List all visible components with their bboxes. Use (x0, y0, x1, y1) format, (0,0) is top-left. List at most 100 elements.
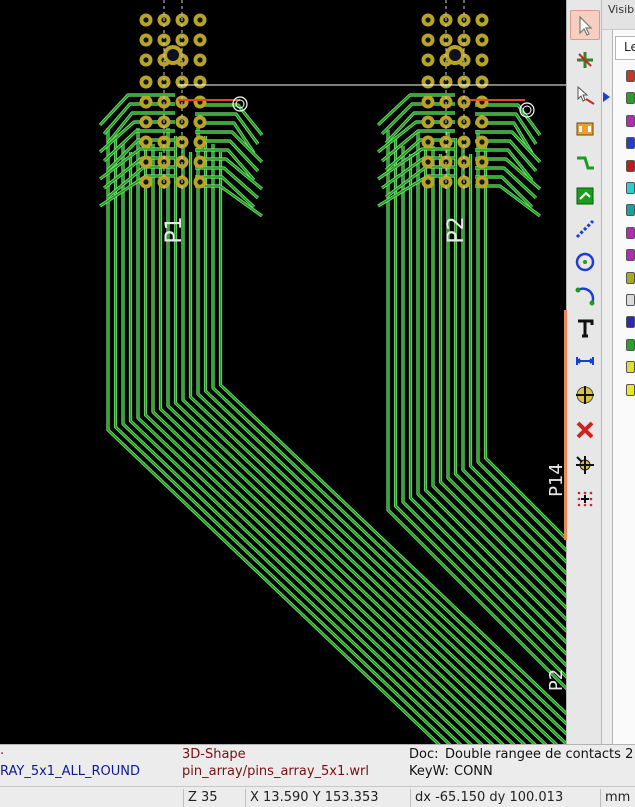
select-tool[interactable] (570, 10, 600, 40)
add-line-tool[interactable] (570, 214, 600, 244)
layer-row[interactable] (618, 203, 635, 217)
add-zone-tool[interactable] (570, 181, 600, 211)
text-icon (578, 319, 594, 338)
footprint-name-fragment: RAY_5x1_ALL_ROUND (0, 764, 140, 779)
arc-icon (575, 287, 595, 306)
layer-color-swatch[interactable] (626, 316, 635, 329)
track-p1-8-outline (166, 128, 527, 744)
pcb-editor-window: P1 P2 P14 P2 Visib Le RAY_5x1_ALL_ROUND · 3… (0, 0, 635, 807)
layer-color-swatch[interactable] (626, 249, 635, 262)
layer-row[interactable] (618, 159, 635, 173)
p2-pad-hole (479, 119, 485, 125)
status-dot: · (0, 747, 5, 762)
layer-color-swatch[interactable] (626, 137, 635, 150)
footprint-reference-label: P1 (162, 216, 187, 243)
dashed-line-icon (575, 219, 595, 239)
layer-color-swatch[interactable] (626, 182, 635, 194)
track-p1-15-outline (218, 152, 566, 716)
pcb-drawing[interactable]: P1 P2 P14 P2 (0, 0, 566, 744)
p1-pad-hole (197, 159, 203, 165)
layer-row[interactable] (618, 181, 635, 195)
add-dimension-tool[interactable] (570, 346, 600, 376)
cursor-position-readout: X 13.590 Y 153.353 (245, 789, 410, 807)
layer-color-swatch[interactable] (626, 204, 635, 217)
ratsnest-cursor-icon (577, 85, 595, 105)
add-footprint-tool[interactable] (570, 114, 600, 144)
circle-icon (575, 252, 595, 272)
local-ratsnest-tool[interactable] (570, 80, 600, 110)
doc-label: Doc: (409, 747, 439, 762)
delta-position-readout: dx -65.150 dy 100.013 (410, 789, 600, 807)
dimension-icon (576, 357, 594, 365)
keyw-value: CONN (454, 764, 493, 779)
layer-row[interactable] (618, 248, 635, 262)
p2-pad-hole (425, 119, 431, 125)
layer-color-swatch[interactable] (626, 92, 635, 105)
layer-row[interactable] (618, 338, 635, 352)
layer-row[interactable] (618, 69, 635, 83)
arrow-cursor-icon (579, 15, 593, 36)
add-target-tool[interactable] (570, 380, 600, 410)
layer-color-swatch[interactable] (626, 383, 635, 396)
layers-manager-panel: Visib Le (602, 0, 635, 744)
origin-icon (576, 456, 594, 474)
delete-tool[interactable] (570, 415, 600, 445)
p1-pad-hole (197, 17, 203, 23)
p1-pad-hole (197, 119, 203, 125)
layer-color-swatch[interactable] (626, 361, 635, 374)
units-readout: mm (600, 789, 635, 807)
p2-pad-hole (425, 159, 431, 165)
status-bar: RAY_5x1_ALL_ROUND · 3D-Shape pin_array/p… (0, 744, 635, 807)
layer-row[interactable] (618, 360, 635, 374)
grid-origin-tool[interactable] (570, 484, 600, 514)
layer-row[interactable] (618, 383, 635, 397)
footprint-reference-label: P2 (444, 216, 469, 243)
track-p1-8 (167, 128, 525, 744)
grid-origin-icon (577, 491, 593, 507)
layer-row[interactable] (618, 136, 635, 150)
layer-row[interactable] (618, 226, 635, 240)
set-origin-tool[interactable] (570, 450, 600, 480)
edge-reference-label: P14 (546, 463, 566, 497)
p2-pad-hole (479, 139, 485, 145)
zoom-readout: Z 35 (183, 789, 245, 807)
layer-color-swatch[interactable] (626, 114, 635, 127)
delete-cross-icon (576, 421, 594, 439)
p2-pad-hole (479, 179, 485, 185)
layer-row[interactable] (618, 293, 635, 307)
layer-color-swatch[interactable] (626, 159, 635, 172)
p1-pad-hole (197, 37, 203, 43)
p1-pad-hole (143, 57, 149, 63)
footprint-icon (576, 122, 594, 136)
p1-pad-hole (197, 179, 203, 185)
layer-color-swatch[interactable] (626, 70, 635, 82)
p2-mount-hole (449, 49, 461, 61)
p2-pad-hole (479, 17, 485, 23)
tab-layers[interactable]: Le (615, 36, 635, 60)
add-arc-tool[interactable] (570, 281, 600, 311)
pcb-canvas[interactable]: P1 P2 P14 P2 (0, 0, 566, 744)
add-text-tool[interactable] (570, 313, 600, 343)
route-tracks-tool[interactable] (570, 148, 600, 178)
highlight-net-tool[interactable] (570, 45, 600, 75)
add-circle-tool[interactable] (570, 247, 600, 277)
edge-reference-label: P2 (546, 669, 566, 691)
layer-color-swatch[interactable] (626, 226, 635, 239)
right-toolbar (564, 0, 602, 744)
net-highlight-icon (577, 52, 593, 68)
p1-pad-hole (143, 179, 149, 185)
canvas-scroll-accent (564, 310, 567, 540)
p2-pad-hole (425, 139, 431, 145)
layers-panel-header: Visib (602, 0, 635, 30)
layer-color-swatch[interactable] (626, 271, 635, 284)
target-icon (576, 386, 594, 404)
layer-row[interactable] (618, 114, 635, 128)
p2-pad-hole (479, 37, 485, 43)
layer-row[interactable] (618, 271, 635, 285)
layer-row[interactable] (618, 315, 635, 329)
layer-row[interactable] (603, 91, 635, 105)
p1-pad-hole (143, 79, 149, 85)
layer-color-swatch[interactable] (626, 338, 635, 351)
layer-color-swatch[interactable] (626, 294, 635, 306)
p1-pad-hole (143, 99, 149, 105)
